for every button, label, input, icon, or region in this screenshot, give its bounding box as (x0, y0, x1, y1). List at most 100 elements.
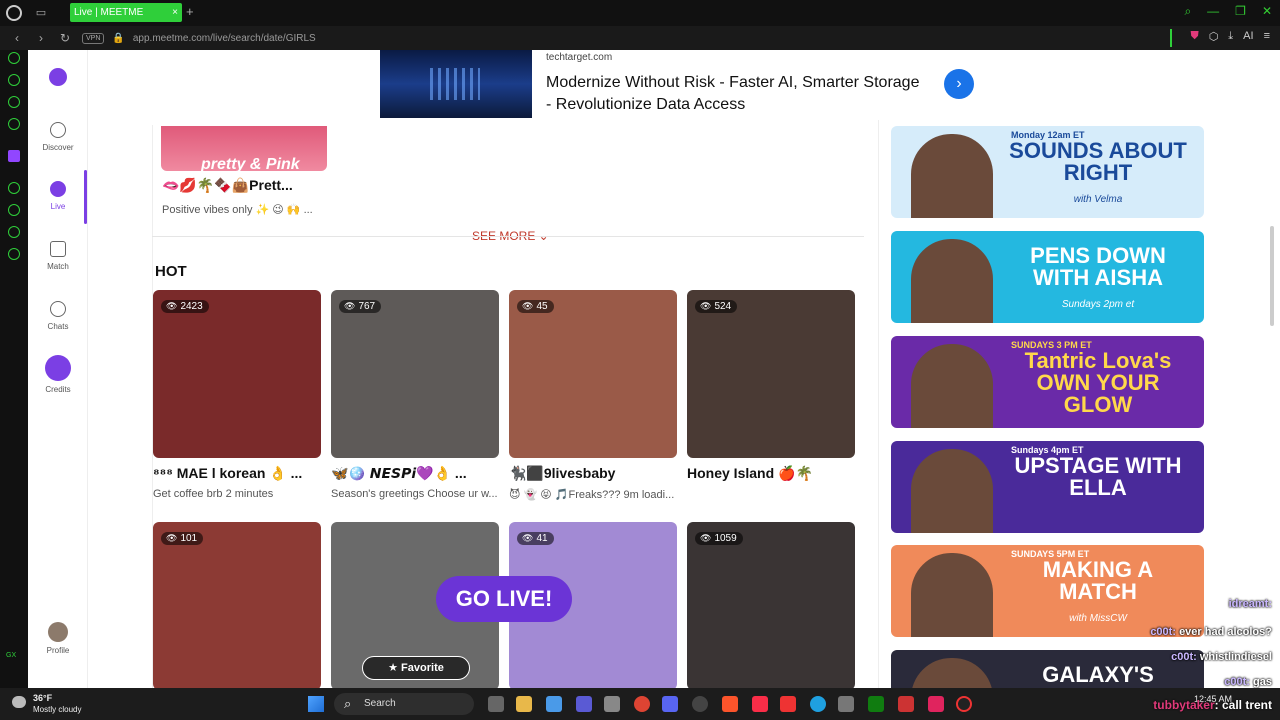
ai-button[interactable]: AI (1243, 30, 1253, 43)
promo-banner[interactable]: GALAXY'S GUESS (891, 650, 1204, 688)
host-photo (911, 134, 993, 218)
menu-icon[interactable]: ≡ (1264, 30, 1270, 43)
player-icon[interactable] (8, 182, 20, 194)
file-explorer-icon[interactable] (516, 696, 532, 712)
stream-name[interactable]: 🐈‍⬛⬛9livesbaby (509, 465, 677, 482)
stream-name[interactable]: 🫦💋🌴🍫👜Prett... (162, 177, 293, 194)
viewer-count-badge: 👁 45 (517, 300, 554, 313)
app-icon[interactable] (928, 696, 944, 712)
stream-card[interactable]: 👁 1059 (687, 522, 855, 688)
tab-close-icon[interactable]: × (172, 3, 178, 22)
stream-thumbnail[interactable]: 👁 101 (153, 522, 321, 688)
viewer-count: 101 (180, 533, 198, 544)
tab-meetme[interactable]: Live | MEETME × (70, 3, 182, 22)
stream-name[interactable]: ⁸⁸⁸ MAE l korean 👌 ... (153, 465, 321, 482)
brave-icon[interactable] (722, 696, 738, 712)
new-tab-button[interactable]: + (186, 4, 194, 19)
news-icon[interactable] (8, 96, 20, 108)
ad-domain: techtarget.com (546, 52, 613, 63)
stream-thumbnail[interactable]: 👁 1059 (687, 522, 855, 688)
maximize-icon[interactable]: ❐ (1235, 4, 1246, 19)
vpn-badge[interactable]: VPN (82, 32, 105, 44)
nav-discover[interactable]: Discover (28, 122, 88, 152)
chat-text: gas (1253, 676, 1272, 688)
viewer-count-badge: 👁 767 (339, 300, 382, 313)
nav-label: Live (50, 202, 66, 211)
promo-banner[interactable]: Sundays 4pm ET UPSTAGE WITH ELLA (891, 441, 1204, 533)
history-icon[interactable] (8, 204, 20, 216)
promo-rail: Monday 12am ET SOUNDS ABOUT RIGHT with Vel… (878, 120, 1218, 688)
ad-title[interactable]: Modernize Without Risk - Faster AI, Smar… (546, 72, 926, 116)
window-controls: ⌕ — ❐ ✕ (1184, 4, 1272, 19)
go-live-button[interactable]: GO LIVE! (436, 576, 572, 622)
weather-widget[interactable]: 36°F Mostly cloudy (33, 693, 81, 715)
stream-thumbnail[interactable]: 👁 767 (331, 290, 499, 458)
promo-banner[interactable]: Monday 12am ET SOUNDS ABOUT RIGHT with Vel… (891, 126, 1204, 218)
stream-card[interactable]: 👁 2423 ⁸⁸⁸ MAE l korean 👌 ... Get coffee br… (153, 290, 321, 500)
search-tabs-icon[interactable]: ⌕ (1184, 4, 1191, 19)
back-icon[interactable]: ‹ (10, 31, 24, 45)
stream-card[interactable]: 👁 524 Honey Island 🍎🌴 (687, 290, 855, 482)
stream-name[interactable]: 🦋🪩 𝙉𝙀𝙎𝙋𝙞💜👌 ... (331, 465, 499, 482)
url-field[interactable]: app.meetme.com/live/search/date/GIRLS (133, 33, 316, 44)
ad-arrow-button[interactable]: › (944, 69, 974, 99)
scrollbar[interactable] (1270, 226, 1274, 326)
host-photo (911, 658, 993, 688)
meetme-logo-icon[interactable] (49, 68, 67, 86)
messenger-icon[interactable] (8, 118, 20, 130)
workspaces-icon[interactable]: ▭ (34, 6, 48, 20)
stream-thumbnail[interactable]: 👁 45 (509, 290, 677, 458)
app-icon[interactable] (780, 696, 796, 712)
eye-icon: 👁 (522, 533, 534, 543)
opera-gx-icon[interactable] (956, 696, 972, 712)
ad-banner[interactable]: techtarget.com Modernize Without Risk - … (380, 50, 980, 120)
forward-icon[interactable]: › (34, 31, 48, 45)
stream-card[interactable]: 👁 101 (153, 522, 321, 688)
stream-name[interactable]: Honey Island 🍎🌴 (687, 465, 855, 482)
steam-icon[interactable] (692, 696, 708, 712)
promo-banner[interactable]: PENS DOWN WITH AISHA Sundays 2pm et (891, 231, 1204, 323)
nav-credits[interactable]: Credits (28, 355, 88, 394)
nav-chats[interactable]: Chats (28, 301, 88, 331)
reload-icon[interactable]: ↻ (58, 31, 72, 45)
copilot-icon[interactable] (546, 696, 562, 712)
task-view-icon[interactable] (488, 696, 504, 712)
stream-thumbnail[interactable]: 👁 524 (687, 290, 855, 458)
opera-logo-icon[interactable] (6, 5, 22, 21)
extensions-sidebar-icon[interactable] (8, 226, 20, 238)
store-icon[interactable] (604, 696, 620, 712)
speed-dial-icon[interactable] (8, 52, 20, 64)
promo-banner[interactable]: SUNDAYS 5PM ET MAKING A MATCH with MissCW (891, 545, 1204, 637)
nav-match[interactable]: Match (28, 241, 88, 271)
nav-live[interactable]: Live (28, 181, 88, 211)
edge-icon[interactable] (810, 696, 826, 712)
promo-banner[interactable]: SUNDAYS 3 PM ET Tantric Lova's OWN YOUR G… (891, 336, 1204, 428)
app-icon[interactable] (838, 696, 854, 712)
stream-card[interactable]: 👁 45 🐈‍⬛⬛9livesbaby 😈 👻 😝 🎵Freaks??? 9m loa… (509, 290, 677, 501)
download-icon[interactable]: ⤓ (1228, 30, 1233, 43)
shield-icon[interactable]: ⛊ (1190, 30, 1198, 43)
stream-thumbnail[interactable]: pretty & Pink (161, 126, 327, 171)
chrome-icon[interactable] (634, 696, 650, 712)
stream-thumbnail[interactable]: 👁 2423 (153, 290, 321, 458)
extensions-icon[interactable]: ⬡ (1209, 30, 1219, 43)
stream-card[interactable]: 👁 767 🦋🪩 𝙉𝙀𝙎𝙋𝙞💜👌 ... Season's greetings Cho… (331, 290, 499, 500)
twitch-icon[interactable] (8, 150, 20, 162)
viewer-count: 45 (536, 301, 548, 312)
favorite-button[interactable]: ★ Favorite (362, 656, 470, 680)
xbox-icon[interactable] (868, 696, 884, 712)
teams-icon[interactable] (576, 696, 592, 712)
stream-desc: Get coffee brb 2 minutes (153, 488, 274, 500)
app-icon[interactable] (898, 696, 914, 712)
settings-icon[interactable] (8, 248, 20, 260)
taskbar-search[interactable]: Search (334, 693, 474, 715)
nav-profile[interactable]: Profile (28, 622, 88, 655)
music-icon[interactable] (752, 696, 768, 712)
minimize-icon[interactable]: — (1207, 4, 1219, 19)
discord-icon[interactable] (662, 696, 678, 712)
windows-start-icon[interactable] (308, 696, 324, 712)
close-window-icon[interactable]: ✕ (1262, 4, 1272, 19)
lock-icon[interactable]: 🔒 (112, 33, 124, 44)
host-photo (911, 344, 993, 428)
gaming-icon[interactable] (8, 74, 20, 86)
